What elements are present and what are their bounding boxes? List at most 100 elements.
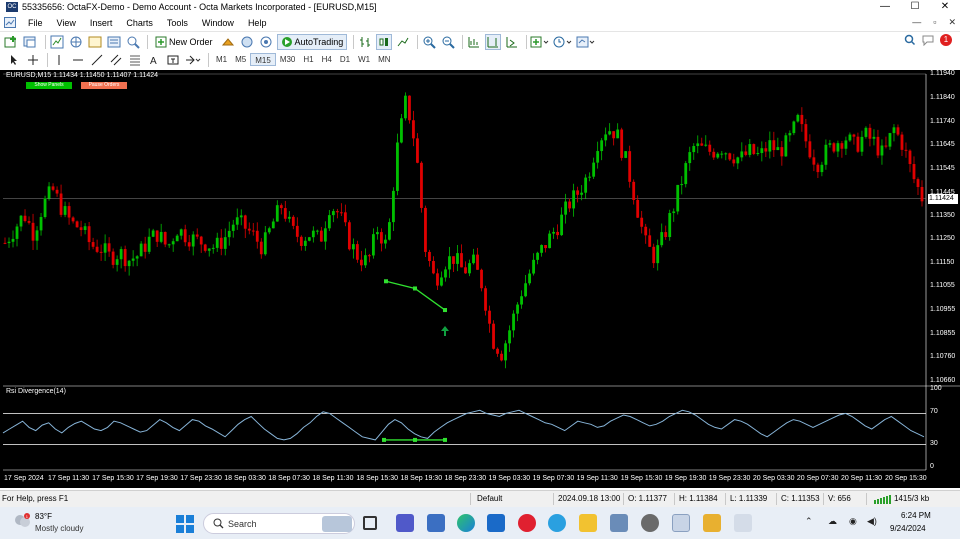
timeframe-w1[interactable]: W1 xyxy=(354,53,374,66)
candle-body xyxy=(508,330,511,344)
candle-body xyxy=(147,236,151,252)
timeframe-mn[interactable]: MN xyxy=(374,53,394,66)
taskbar-search-box[interactable]: Search xyxy=(203,513,355,534)
weather-temperature[interactable]: 83°F xyxy=(35,512,52,521)
gold-icon[interactable] xyxy=(220,34,236,50)
market-watch-icon[interactable] xyxy=(49,34,65,50)
taskbar-clock-time[interactable]: 6:24 PM xyxy=(901,511,931,520)
volume-icon[interactable]: ◀) xyxy=(867,516,877,527)
menu-view[interactable]: View xyxy=(50,18,83,28)
horizontal-line-icon[interactable] xyxy=(70,52,86,68)
cursor-icon[interactable] xyxy=(6,52,22,68)
menu-charts[interactable]: Charts xyxy=(119,18,160,28)
opera-icon[interactable] xyxy=(518,514,536,532)
edge-icon[interactable] xyxy=(457,514,475,532)
trendline-icon[interactable] xyxy=(89,52,105,68)
arrows-dropdown-icon[interactable] xyxy=(184,52,202,68)
search-icon[interactable] xyxy=(904,34,916,46)
windows-start-icon[interactable] xyxy=(176,515,194,533)
notification-badge[interactable]: 1 xyxy=(940,34,952,46)
timeframe-h1[interactable]: H1 xyxy=(299,53,317,66)
menu-insert[interactable]: Insert xyxy=(83,18,120,28)
text-tool-icon[interactable]: A xyxy=(146,52,162,68)
candle-body xyxy=(480,269,483,289)
menu-help[interactable]: Help xyxy=(241,18,274,28)
metatrader-taskbar-icon[interactable] xyxy=(672,514,690,532)
new-chart-icon[interactable] xyxy=(4,34,20,50)
network-icon[interactable]: ◉ xyxy=(849,516,857,527)
tray-overflow-icon[interactable]: ⌃ xyxy=(805,516,813,527)
auto-trading-button[interactable]: AutoTrading xyxy=(276,33,348,50)
signals-icon[interactable] xyxy=(239,34,255,50)
show-panels-button[interactable]: Show Panels xyxy=(26,82,72,89)
bar-chart-icon[interactable] xyxy=(357,34,373,50)
photos-icon[interactable] xyxy=(610,514,628,532)
zoom-in-icon[interactable] xyxy=(421,34,437,50)
weather-cloudy-icon[interactable]: 1 xyxy=(12,513,32,529)
candlestick-chart-icon[interactable] xyxy=(376,33,393,50)
price-tick-label: 1.11055 xyxy=(930,282,955,290)
data-window-icon[interactable] xyxy=(68,34,84,50)
timeframe-m5[interactable]: M5 xyxy=(231,53,250,66)
line-chart-icon[interactable] xyxy=(395,34,411,50)
menu-window[interactable]: Window xyxy=(195,18,241,28)
new-order-button[interactable]: New Order xyxy=(151,34,217,50)
zoom-out-icon[interactable] xyxy=(440,34,456,50)
candle-body xyxy=(151,230,155,237)
candle-body xyxy=(267,228,271,233)
timeframe-m1[interactable]: M1 xyxy=(212,53,231,66)
timeframe-m15[interactable]: M15 xyxy=(250,53,276,66)
chart-shift-icon[interactable] xyxy=(485,33,502,50)
periods-icon[interactable] xyxy=(553,34,573,50)
timeframe-h4[interactable]: H4 xyxy=(318,53,336,66)
candle-body xyxy=(708,144,712,152)
task-view-icon[interactable] xyxy=(363,516,377,530)
octa-app-icon[interactable] xyxy=(703,514,721,532)
chart-restore-button[interactable]: ▫ xyxy=(933,17,936,28)
menu-file[interactable]: File xyxy=(21,18,50,28)
snipping-tool-icon[interactable] xyxy=(734,514,752,532)
maximize-button[interactable]: ☐ xyxy=(900,0,930,14)
status-profile[interactable]: Default xyxy=(477,494,502,503)
close-button[interactable]: ✕ xyxy=(930,0,960,14)
crosshair-icon[interactable] xyxy=(25,52,41,68)
auto-scroll-icon[interactable] xyxy=(504,34,520,50)
text-label-icon[interactable] xyxy=(165,52,181,68)
vertical-line-icon[interactable] xyxy=(51,52,67,68)
taskbar-clock-date[interactable]: 9/24/2024 xyxy=(890,524,926,533)
candle-body xyxy=(412,120,415,139)
tile-windows-icon[interactable] xyxy=(466,34,482,50)
mail-icon[interactable] xyxy=(487,514,505,532)
weather-description[interactable]: Mostly cloudy xyxy=(35,524,83,533)
chart-window[interactable]: EURUSD,M15 1.11434 1.11450 1.11407 1.114… xyxy=(0,70,960,488)
pause-orders-button[interactable]: Pause Orders xyxy=(81,82,127,89)
menu-tools[interactable]: Tools xyxy=(160,18,195,28)
timeframe-m30[interactable]: M30 xyxy=(276,53,300,66)
market-icon[interactable] xyxy=(258,34,274,50)
candle-body xyxy=(592,162,596,177)
channel-icon[interactable] xyxy=(108,52,124,68)
fibonacci-icon[interactable] xyxy=(127,52,143,68)
chat-icon[interactable] xyxy=(922,34,934,46)
templates-icon[interactable] xyxy=(576,34,596,50)
file-explorer-icon[interactable] xyxy=(579,514,597,532)
time-tick-label: 19 Sep 11:30 xyxy=(576,475,618,482)
chart-close-button[interactable]: ✕ xyxy=(948,17,956,28)
rsi-tick-label: 0 xyxy=(930,463,934,470)
terminal-icon[interactable] xyxy=(106,34,122,50)
time-tick-label: 17 Sep 15:30 xyxy=(92,475,134,482)
minimize-button[interactable]: — xyxy=(870,0,900,14)
profiles-icon[interactable] xyxy=(23,34,39,50)
store-icon[interactable] xyxy=(427,514,445,532)
onedrive-icon[interactable]: ☁ xyxy=(828,516,837,527)
strategy-tester-icon[interactable] xyxy=(125,34,141,50)
chart-minimize-button[interactable]: — xyxy=(912,17,921,28)
teams-icon[interactable] xyxy=(396,514,414,532)
navigator-icon[interactable] xyxy=(87,34,103,50)
telegram-icon[interactable] xyxy=(548,514,566,532)
price-chart-canvas[interactable] xyxy=(0,70,960,488)
timeframe-d1[interactable]: D1 xyxy=(336,53,354,66)
indicators-icon[interactable] xyxy=(530,34,550,50)
settings-icon[interactable] xyxy=(641,514,659,532)
connection-status-icon[interactable] xyxy=(874,494,892,504)
